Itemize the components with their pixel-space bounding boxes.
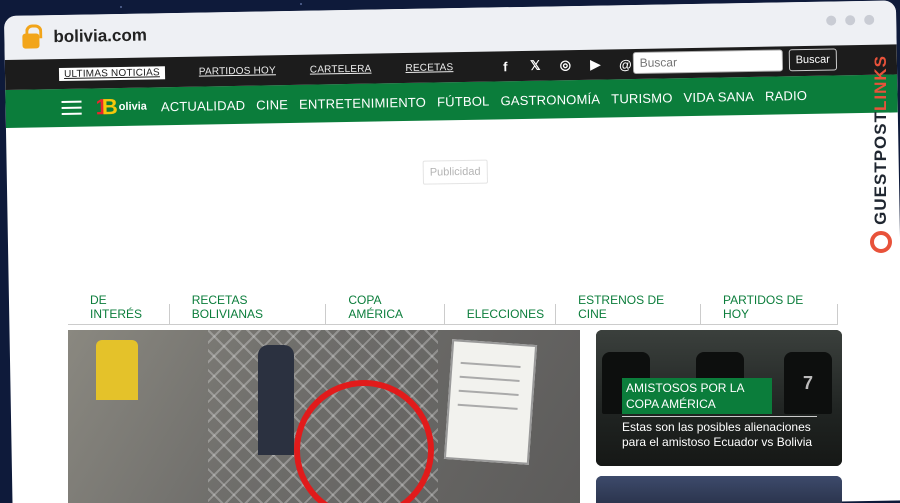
story-card[interactable]: 7 AMISTOSOS POR LA COPA AMÉRICA Estas so… bbox=[596, 330, 842, 466]
guestpostlinks-watermark: GUESTPOSTLINKS bbox=[866, 55, 896, 285]
card2-background bbox=[596, 476, 842, 503]
link-icon bbox=[870, 230, 892, 253]
window-controls bbox=[826, 14, 875, 26]
topic-tags: DE INTERÉS RECETAS BOLIVIANAS COPA AMÉRI… bbox=[68, 293, 839, 325]
nav-entretenimiento[interactable]: ENTRETENIMIENTO bbox=[299, 94, 426, 111]
toplink-partidos-hoy[interactable]: PARTIDOS HOY bbox=[199, 65, 276, 77]
lock-icon bbox=[22, 32, 40, 49]
jersey-image: 7 bbox=[784, 352, 832, 414]
story-card-2[interactable] bbox=[596, 476, 842, 503]
watermark-part1: GUESTPOST bbox=[871, 111, 890, 225]
card-title[interactable]: Estas son las posibles alienaciones para… bbox=[622, 420, 827, 450]
nav-vida-sana[interactable]: VIDA SANA bbox=[683, 88, 754, 104]
watermark-text: GUESTPOSTLINKS bbox=[871, 55, 891, 225]
nav-gastronomia[interactable]: GASTRONOMÍA bbox=[500, 91, 600, 108]
logo-text: olivia bbox=[118, 100, 147, 114]
tag-partidos-de-hoy[interactable]: PARTIDOS DE HOY bbox=[701, 293, 839, 324]
logo-letter: B bbox=[101, 94, 118, 120]
window-dot-icon[interactable] bbox=[845, 15, 856, 26]
toplink-cartelera[interactable]: CARTELERA bbox=[310, 63, 372, 75]
window-dot-icon[interactable] bbox=[826, 15, 837, 26]
window-dot-icon[interactable] bbox=[864, 14, 875, 25]
nav-turismo[interactable]: TURISMO bbox=[611, 90, 673, 106]
nav-actualidad[interactable]: ACTUALIDAD bbox=[161, 97, 246, 113]
nav-futbol[interactable]: FÚTBOL bbox=[437, 93, 490, 109]
image-sign bbox=[443, 339, 538, 465]
site-logo[interactable]: 1 B olivia bbox=[95, 94, 147, 121]
instagram-icon[interactable]: ◎ bbox=[557, 57, 573, 73]
ad-label: Publicidad bbox=[422, 159, 488, 185]
tag-estrenos-de-cine[interactable]: ESTRENOS DE CINE bbox=[556, 293, 702, 324]
tag-elecciones[interactable]: ELECCIONES bbox=[445, 304, 557, 324]
nav-cine[interactable]: CINE bbox=[256, 97, 288, 113]
threads-icon[interactable]: @ bbox=[617, 57, 633, 72]
image-person-dark bbox=[258, 345, 294, 455]
tag-copa-america[interactable]: COPA AMÉRICA bbox=[326, 293, 445, 324]
toplink-ultimas-noticias[interactable]: ULTIMAS NOTICIAS bbox=[58, 65, 165, 81]
hamburger-menu-icon[interactable] bbox=[61, 100, 82, 116]
x-icon[interactable]: 𝕏 bbox=[527, 58, 543, 74]
toplink-recetas[interactable]: RECETAS bbox=[405, 62, 453, 74]
image-person-yellow bbox=[96, 340, 138, 400]
card-category[interactable]: AMISTOSOS POR LA COPA AMÉRICA bbox=[622, 378, 772, 414]
nav-radio[interactable]: RADIO bbox=[765, 87, 807, 103]
search-form: Buscar bbox=[632, 48, 838, 75]
youtube-icon[interactable]: ▶ bbox=[587, 57, 603, 73]
address-bar[interactable]: bolivia.com bbox=[53, 26, 147, 48]
facebook-icon[interactable]: f bbox=[497, 59, 513, 74]
tag-recetas-bolivianas[interactable]: RECETAS BOLIVIANAS bbox=[170, 293, 327, 324]
tag-de-interes[interactable]: DE INTERÉS bbox=[68, 293, 170, 324]
card-divider bbox=[622, 416, 817, 417]
main-story-image[interactable] bbox=[68, 330, 580, 503]
search-input[interactable] bbox=[632, 49, 783, 75]
search-button[interactable]: Buscar bbox=[788, 48, 838, 72]
social-links: f 𝕏 ◎ ▶ @ bbox=[497, 56, 633, 74]
watermark-part2: LINKS bbox=[871, 55, 890, 111]
